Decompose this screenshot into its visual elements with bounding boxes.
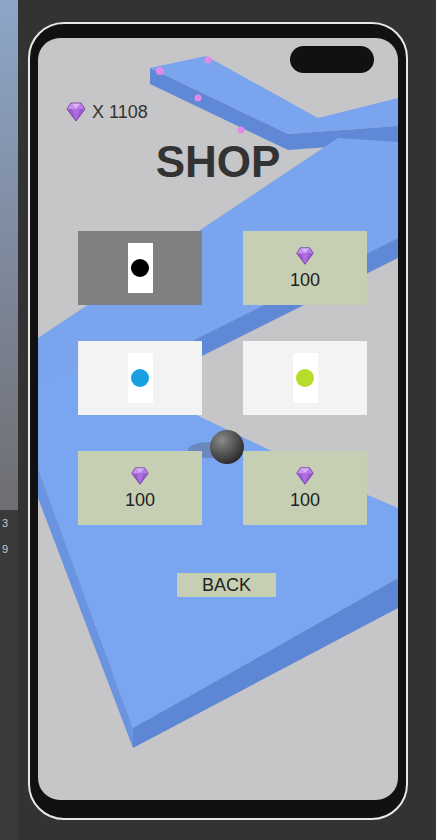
gem-icon [129, 465, 151, 487]
skin-ball-icon [131, 369, 149, 387]
price-label: 100 [125, 489, 155, 511]
back-button[interactable]: BACK [177, 573, 276, 597]
skin-ball-icon [131, 259, 149, 277]
shop-title: SHOP [38, 136, 398, 188]
skin-button[interactable] [78, 231, 202, 305]
gem-counter: X 1108 [64, 100, 398, 124]
skin-ball-icon [296, 369, 314, 387]
gem-count: X 1108 [92, 100, 148, 124]
price-label: 100 [290, 489, 320, 511]
phone-frame: X 1108 SHOP 100 100 100 BACK [28, 22, 408, 820]
gem-icon [294, 245, 316, 267]
skin-button[interactable] [243, 341, 367, 415]
editor-label: 9 [2, 542, 18, 556]
locked-skin-button[interactable]: 100 [243, 451, 367, 525]
editor-label: 3 [2, 516, 18, 530]
skin-preview [128, 353, 153, 403]
locked-skin-button[interactable]: 100 [78, 451, 202, 525]
gem-icon [64, 100, 88, 124]
notch [290, 46, 374, 73]
skin-preview [128, 243, 153, 293]
locked-skin-button[interactable]: 100 [243, 231, 367, 305]
shop-panel: X 1108 SHOP 100 100 100 BACK [38, 38, 398, 597]
editor-edge: 39 [0, 0, 18, 840]
app: 39X 1108SHOP100100100BACK [0, 0, 436, 840]
skin-grid: 100 100 100 [78, 231, 367, 525]
skin-button[interactable] [78, 341, 202, 415]
gem-icon [294, 465, 316, 487]
price-label: 100 [290, 269, 320, 291]
game-screen: X 1108 SHOP 100 100 100 BACK [38, 38, 398, 800]
skin-preview [293, 353, 318, 403]
